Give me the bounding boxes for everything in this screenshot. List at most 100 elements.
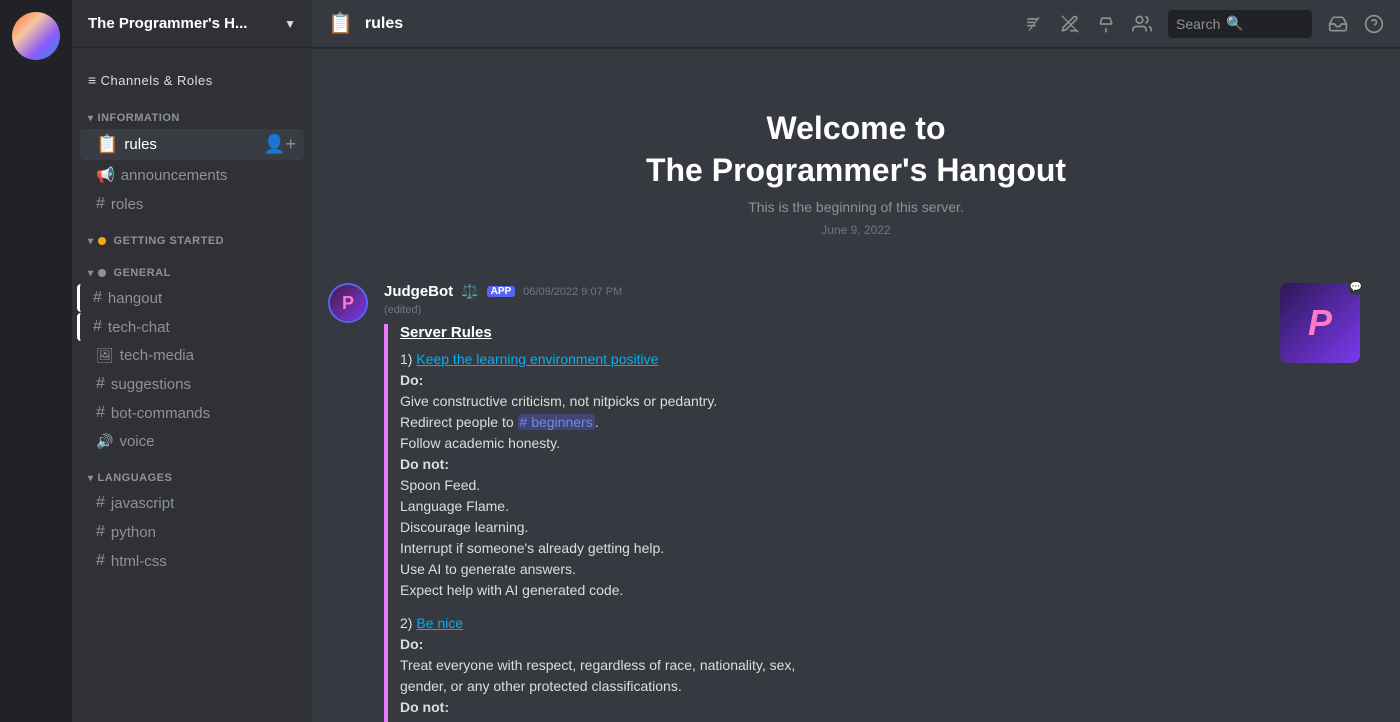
- category-general[interactable]: ▾ GENERAL: [72, 251, 312, 283]
- rule-2-donot: Do not:: [400, 699, 449, 715]
- category-languages[interactable]: ▾ LANGUAGES: [72, 456, 312, 488]
- channel-roles[interactable]: # roles: [80, 190, 304, 218]
- rule-1-link[interactable]: Keep the learning environment positive: [416, 351, 658, 367]
- channel-name: voice: [119, 433, 154, 450]
- hash-icon: 📋: [96, 134, 118, 155]
- rule-1: 1) Keep the learning environment positiv…: [400, 349, 1384, 601]
- rules-title: Server Rules: [400, 324, 1384, 341]
- category-label: LANGUAGES: [98, 472, 173, 484]
- hash-icon: #: [96, 494, 105, 512]
- channels-roles-header[interactable]: ≡ Channels & Roles: [72, 56, 312, 92]
- inbox-icon[interactable]: [1328, 14, 1348, 34]
- server-name: The Programmer's H...: [88, 15, 247, 32]
- rule-1-do-1: Give constructive criticism, not nitpick…: [400, 393, 717, 409]
- edit-icon[interactable]: [1060, 14, 1080, 34]
- beginners-mention[interactable]: # beginners: [518, 414, 595, 430]
- chevron-down-icon: ▼: [284, 17, 296, 31]
- dot-gray: [98, 269, 106, 277]
- channel-name: hangout: [108, 290, 162, 307]
- add-member-icon[interactable]: 👤+: [263, 134, 296, 155]
- channel-name: python: [111, 524, 156, 541]
- chevron-icon: ▾: [88, 113, 94, 124]
- channel-name: tech-chat: [108, 319, 170, 336]
- category-label: INFORMATION: [98, 112, 180, 124]
- hash-icon: #: [93, 318, 102, 336]
- rule-1-donot-1: Spoon Feed.: [400, 477, 480, 493]
- rule-1-do-2b: .: [595, 414, 599, 430]
- server-header[interactable]: The Programmer's H... ▼: [72, 0, 312, 48]
- hash-icon: #: [96, 404, 105, 422]
- channel-name: javascript: [111, 495, 174, 512]
- channel-tech-media[interactable]: 🖼 tech-media: [80, 342, 304, 369]
- channel-announcements[interactable]: 📢 announcements: [80, 161, 304, 189]
- megaphone-icon: 📢: [96, 166, 115, 184]
- rule-1-donot-4: Interrupt if someone's already getting h…: [400, 540, 664, 556]
- hash-icon: #: [96, 552, 105, 570]
- channel-hangout[interactable]: # hangout: [77, 284, 304, 312]
- topbar-icons: Search 🔍: [1024, 10, 1384, 38]
- hash-icon: #: [93, 289, 102, 307]
- category-label: GENERAL: [114, 267, 171, 279]
- judge-tag: ⚖️: [461, 283, 478, 300]
- channel-name: bot-commands: [111, 405, 210, 422]
- topbar-channel-icon: 📋: [328, 11, 353, 36]
- rule-1-do: Do:: [400, 372, 423, 388]
- message-author[interactable]: JudgeBot: [384, 283, 453, 300]
- channel-bot-commands[interactable]: # bot-commands: [80, 399, 304, 427]
- channel-suggestions[interactable]: # suggestions: [80, 370, 304, 398]
- category-label: GETTING STARTED: [114, 235, 225, 247]
- speaker-icon: 🔊: [96, 433, 113, 450]
- messages-area: Welcome toThe Programmer's Hangout This …: [312, 48, 1400, 722]
- rule-1-number: 1): [400, 351, 416, 367]
- channel-tech-chat[interactable]: # tech-chat: [77, 313, 304, 341]
- dot-yellow: [98, 237, 106, 245]
- rule-1-donot-6: Expect help with AI generated code.: [400, 582, 623, 598]
- app-badge: APP: [487, 286, 516, 297]
- rule-2-number: 2): [400, 615, 416, 631]
- threads-icon[interactable]: [1024, 14, 1044, 34]
- search-icon: 🔍: [1226, 15, 1243, 32]
- image-icon: 🖼: [96, 347, 114, 364]
- channel-name: suggestions: [111, 376, 191, 393]
- members-icon[interactable]: [1132, 14, 1152, 34]
- welcome-date: June 9, 2022: [332, 223, 1380, 237]
- server-thumbnail-p: P: [1308, 302, 1332, 344]
- channel-name: announcements: [121, 167, 228, 184]
- channel-name: html-css: [111, 553, 167, 570]
- welcome-title: Welcome toThe Programmer's Hangout: [332, 108, 1380, 191]
- category-getting-started[interactable]: ▾ GETTING STARTED: [72, 219, 312, 251]
- channel-html-css[interactable]: # html-css: [80, 547, 304, 575]
- server-icon[interactable]: [12, 12, 60, 60]
- channel-javascript[interactable]: # javascript: [80, 489, 304, 517]
- channel-python[interactable]: # python: [80, 518, 304, 546]
- help-icon[interactable]: [1364, 14, 1384, 34]
- rule-2-link[interactable]: Be nice: [416, 615, 463, 631]
- rule-2: 2) Be nice Do: Treat everyone with respe…: [400, 613, 1384, 722]
- channel-name: rules: [124, 136, 157, 153]
- message-content: JudgeBot ⚖️ APP 06/09/2022 9:07 PM (edit…: [384, 283, 1384, 722]
- server-thumbnail: P 💬: [1280, 283, 1360, 363]
- hash-icon: #: [96, 523, 105, 541]
- message-edited: (edited): [384, 304, 1384, 316]
- rules-block: Server Rules 1) Keep the learning enviro…: [384, 324, 1384, 722]
- category-information[interactable]: ▾ INFORMATION: [72, 96, 312, 128]
- avatar: P: [328, 283, 368, 323]
- channel-voice[interactable]: 🔊 voice: [80, 428, 304, 455]
- channel-rules[interactable]: 📋 rules 👤+: [80, 129, 304, 160]
- chevron-icon: ▾: [88, 236, 94, 247]
- pin-icon[interactable]: [1096, 14, 1116, 34]
- rule-2-do-2: gender, or any other protected classific…: [400, 678, 682, 694]
- rule-1-donot-2: Language Flame.: [400, 498, 509, 514]
- rule-1-donot-5: Use AI to generate answers.: [400, 561, 576, 577]
- hash-icon: #: [96, 375, 105, 393]
- rule-1-donot: Do not:: [400, 456, 449, 472]
- search-bar[interactable]: Search 🔍: [1168, 10, 1312, 38]
- topbar: 📋 rules: [312, 0, 1400, 48]
- chevron-icon: ▾: [88, 268, 94, 279]
- search-placeholder: Search: [1176, 16, 1220, 32]
- rule-1-donot-3: Discourage learning.: [400, 519, 528, 535]
- message-timestamp: 06/09/2022 9:07 PM: [523, 286, 622, 298]
- rule-2-do-1: Treat everyone with respect, regardless …: [400, 657, 795, 673]
- message-group: P JudgeBot ⚖️ APP 06/09/2022 9:07 PM (ed…: [312, 267, 1400, 722]
- rule-1-do-2: Redirect people to: [400, 414, 518, 430]
